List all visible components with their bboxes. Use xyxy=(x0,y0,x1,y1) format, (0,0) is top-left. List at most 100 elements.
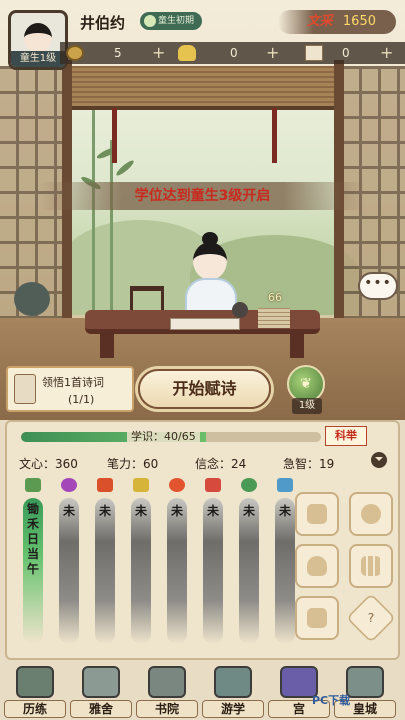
resource-bar: 5 + 0 + 0 + xyxy=(60,42,405,64)
wencai-label: 文采 xyxy=(306,14,333,29)
wencai-display: 文采 1650 xyxy=(278,10,396,34)
poem-status: 未 xyxy=(278,504,291,518)
paw-icon xyxy=(361,504,381,524)
add-coin-button[interactable]: + xyxy=(152,42,165,64)
stat-wenxin: 文心：360 xyxy=(19,457,78,471)
lotus-icon xyxy=(169,478,185,492)
scroll-tile-icon xyxy=(307,608,327,628)
poem-column[interactable]: 未 xyxy=(201,478,225,648)
ink-stroke xyxy=(167,498,187,644)
ink-stroke xyxy=(59,498,79,644)
poem-status: 未 xyxy=(98,504,111,518)
pot-icon xyxy=(307,556,327,576)
bamboo-stalk xyxy=(110,140,113,310)
help-tile[interactable]: ? xyxy=(346,593,396,643)
nav-item-youxue[interactable]: 游学 xyxy=(202,662,264,718)
coin-icon xyxy=(66,45,84,61)
stats-row: 文心：360 笔力：60 信念：24 急智：19 xyxy=(19,455,389,473)
desk-leg xyxy=(100,334,114,358)
nav-item-huangcheng[interactable]: 皇城 xyxy=(334,662,400,718)
stat-xinnian: 信念：24 xyxy=(195,457,247,471)
book-icon xyxy=(307,504,327,524)
poem-status: 未 xyxy=(206,504,219,518)
chat-button[interactable]: ••• xyxy=(358,272,398,300)
paper-scroll xyxy=(170,318,240,330)
nav-item-gong[interactable]: 宫 xyxy=(268,662,330,718)
scroll-tile[interactable] xyxy=(295,596,339,640)
nav-label: 游学 xyxy=(202,700,264,718)
scroll-icon xyxy=(14,374,36,404)
paper-stack[interactable] xyxy=(258,308,290,328)
travel-icon xyxy=(214,666,252,698)
poem-column[interactable]: 未 xyxy=(165,478,189,648)
player-name: 井伯约 xyxy=(80,14,126,32)
nav-label: 历练 xyxy=(4,700,66,718)
poem-status: 未 xyxy=(242,504,255,518)
stats-expand-button[interactable] xyxy=(371,452,387,468)
study-panel: 学识：40/65 科举 文心：360 笔力：60 信念：24 急智：19 锄禾日… xyxy=(5,420,400,660)
desk-leg xyxy=(290,334,304,358)
emperor-icon xyxy=(346,666,384,698)
rank-tag: 童生1级 xyxy=(11,51,65,67)
heart-icon xyxy=(61,478,77,492)
stat-jizhi: 急智：19 xyxy=(283,457,335,471)
poem-column[interactable]: 未 xyxy=(273,478,297,648)
blind-tassel xyxy=(112,108,117,163)
bamboo-blind xyxy=(66,66,341,110)
stat-bili: 笔力：60 xyxy=(107,457,159,471)
poem-line: 锄禾日当午 xyxy=(26,502,39,576)
add-gold-button[interactable]: + xyxy=(266,42,279,64)
academy-icon xyxy=(148,666,186,698)
nav-item-lilian[interactable]: 历练 xyxy=(4,662,66,718)
ink-stroke xyxy=(239,498,259,644)
exam-button[interactable]: 科举 xyxy=(325,426,367,446)
poem-column[interactable]: 未 xyxy=(237,478,261,648)
paw-tile[interactable] xyxy=(349,492,393,536)
nav-item-shuyuan[interactable]: 书院 xyxy=(136,662,198,718)
ticket-value: 0 xyxy=(342,46,350,60)
blind-tassel xyxy=(272,108,277,163)
task-progress: (1/1) xyxy=(68,393,95,406)
nav-item-yashe[interactable]: 雅舍 xyxy=(70,662,132,718)
poem-column[interactable]: 未 xyxy=(93,478,117,648)
gold-value: 0 xyxy=(230,46,238,60)
ink-stroke xyxy=(275,498,295,644)
book-tile[interactable] xyxy=(295,492,339,536)
paper-stack-count: 66 xyxy=(268,291,282,304)
ink-stroke xyxy=(95,498,115,644)
poem-column[interactable]: 锄禾日当午 xyxy=(21,478,45,648)
mountain-icon xyxy=(277,478,293,492)
player-avatar[interactable]: 童生1级 xyxy=(8,10,68,70)
question-icon: ? xyxy=(367,610,375,626)
start-poem-button[interactable]: 开始赋诗 xyxy=(138,369,271,409)
bottom-nav: 历练 雅舍 书院 游学 宫 皇城 xyxy=(0,660,405,720)
bamboo-leaf xyxy=(114,158,136,178)
level-label: 1级 xyxy=(292,398,322,414)
tower-icon xyxy=(205,478,221,492)
grid-icon xyxy=(361,556,381,576)
journey-icon xyxy=(16,666,54,698)
task-panel[interactable]: 领悟1首诗词 (1/1) xyxy=(6,366,134,412)
poem-column[interactable]: 未 xyxy=(57,478,81,648)
gold-ingot-icon xyxy=(178,45,196,61)
scholar-character[interactable] xyxy=(193,242,227,280)
stage-icon xyxy=(144,15,156,27)
cup-icon xyxy=(241,478,257,492)
pot-tile[interactable] xyxy=(295,544,339,588)
nav-label: 书院 xyxy=(136,700,198,718)
poem-status: 未 xyxy=(62,504,75,518)
add-ticket-button[interactable]: + xyxy=(380,42,393,64)
brush-icon xyxy=(25,478,41,492)
grid-tile[interactable] xyxy=(349,544,393,588)
flag-icon xyxy=(97,478,113,492)
ticket-icon xyxy=(305,45,323,61)
task-title: 领悟1首诗词 xyxy=(42,376,104,389)
coin-value: 5 xyxy=(114,46,122,60)
stage-pill[interactable]: 童生初期 xyxy=(140,12,203,30)
stage-label: 童生初期 xyxy=(158,16,195,26)
wencai-value: 1650 xyxy=(342,14,376,29)
boat-icon xyxy=(133,478,149,492)
nav-label: 雅舍 xyxy=(70,700,132,718)
ink-stroke xyxy=(203,498,223,644)
poem-column[interactable]: 未 xyxy=(129,478,153,648)
